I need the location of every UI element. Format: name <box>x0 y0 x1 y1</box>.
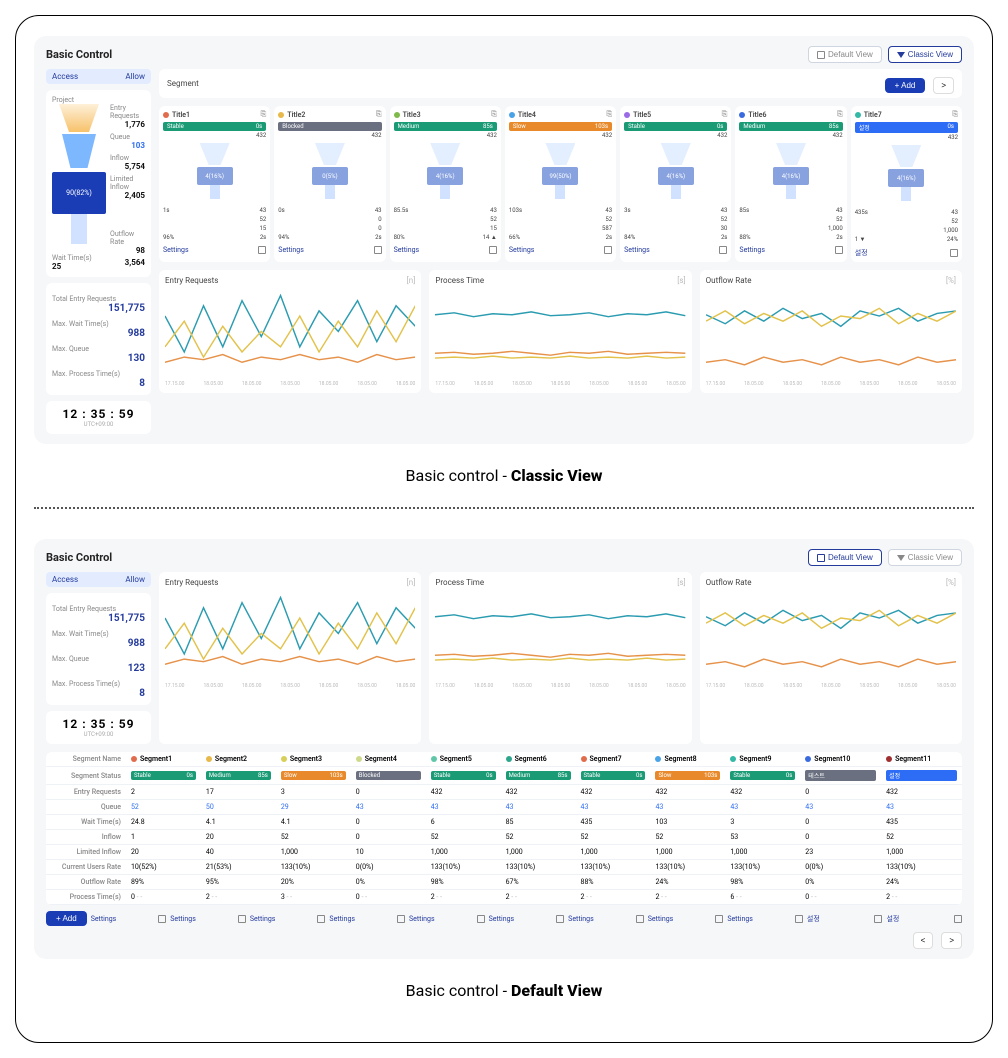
default-view-button[interactable]: Default View <box>808 549 882 566</box>
delete-icon[interactable] <box>835 246 843 254</box>
settings-link[interactable]: Settings <box>409 915 435 923</box>
next-button[interactable]: > <box>933 77 954 94</box>
delete-icon[interactable] <box>477 915 485 923</box>
delete-icon[interactable] <box>874 915 882 923</box>
settings-link[interactable]: Settings <box>250 915 276 923</box>
chart-card: Process Time[s] 17.15.0018.05.0018.05.00… <box>429 572 691 744</box>
settings-link[interactable]: Settings <box>624 246 650 254</box>
caption-default: Basic control - Default View <box>34 981 974 1000</box>
segment-card[interactable]: Title6⎘ Medium85s 432 4(16%) 85s43 52 1,… <box>735 106 846 262</box>
segment-table: Segment NameSegment1Segment2Segment3Segm… <box>46 752 962 905</box>
delete-icon[interactable] <box>238 915 246 923</box>
chart-card: Entry Requests[n] 17.15.0018.05.0018.05.… <box>159 270 421 393</box>
settings-link[interactable]: Settings <box>278 246 304 254</box>
settings-link[interactable]: Settings <box>329 915 355 923</box>
segment-card[interactable]: Title5⎘ Stable0s 432 4(16%) 3s43 52 30 8… <box>620 106 731 262</box>
segment-card[interactable]: Title3⎘ Medium85s 432 4(16%) 85.5s43 52 … <box>390 106 501 262</box>
segment-header: Segment <box>167 79 199 88</box>
settings-link[interactable]: Settings <box>509 246 535 254</box>
delete-icon[interactable] <box>374 246 382 254</box>
stats-card: Total Entry Requests151,775 Max. Wait Ti… <box>46 283 151 395</box>
add-button[interactable]: + Add <box>885 78 926 93</box>
access-toggle[interactable]: AccessAllow <box>46 572 151 587</box>
settings-link[interactable]: Settings <box>727 915 753 923</box>
classic-panel: Basic Control Default View Classic View … <box>34 36 974 444</box>
page-title: Basic Control <box>46 551 112 564</box>
delete-icon[interactable] <box>397 915 405 923</box>
delete-icon[interactable] <box>795 915 803 923</box>
access-toggle[interactable]: AccessAllow <box>46 69 151 84</box>
chart-card: Entry Requests[n] 17.15.0018.05.0018.05.… <box>159 572 421 744</box>
delete-icon[interactable] <box>317 915 325 923</box>
settings-link[interactable]: Settings <box>489 915 515 923</box>
settings-link[interactable]: Settings <box>394 246 420 254</box>
delete-icon[interactable] <box>950 249 958 257</box>
settings-link[interactable]: Settings <box>163 246 189 254</box>
classic-view-button[interactable]: Classic View <box>888 549 962 566</box>
settings-link[interactable]: Settings <box>170 915 196 923</box>
chart-card: Process Time[s] 17.15.0018.05.0018.05.00… <box>429 270 691 393</box>
next-page-button[interactable]: > <box>941 932 962 949</box>
filter-icon <box>897 555 905 561</box>
settings-link[interactable]: Settings <box>568 915 594 923</box>
chart-card: Outflow Rate[%] 17.15.0018.05.0018.05.00… <box>700 572 962 744</box>
segment-card[interactable]: Title4⎘ Slow103s 432 99(50%) 103s43 52 5… <box>505 106 616 262</box>
delete-icon[interactable] <box>719 246 727 254</box>
settings-link[interactable]: 설정 <box>807 914 820 924</box>
clock-card: 12 : 35 : 59 UTC+09:00 <box>46 401 151 434</box>
delete-icon[interactable] <box>158 915 166 923</box>
settings-link[interactable]: Settings <box>648 915 674 923</box>
caption-classic: Basic control - Classic View <box>34 466 974 485</box>
add-button[interactable]: + Add <box>46 911 87 926</box>
current-users-badge: 90(82%) <box>52 172 106 214</box>
delete-icon[interactable] <box>489 246 497 254</box>
chart-card: Outflow Rate[%] 17.15.0018.05.0018.05.00… <box>700 270 962 393</box>
divider <box>34 507 974 509</box>
delete-icon[interactable] <box>636 915 644 923</box>
default-panel: Basic Control Default View Classic View … <box>34 539 974 959</box>
segment-card[interactable]: Title7⎘ 설정0s 432 4(16%) 435s43 52 1,000 … <box>851 106 962 262</box>
clock-card: 12 : 35 : 59 UTC+09:00 <box>46 711 151 744</box>
delete-icon[interactable] <box>715 915 723 923</box>
page-title: Basic Control <box>46 48 112 61</box>
delete-icon[interactable] <box>954 915 962 923</box>
filter-icon <box>897 52 905 58</box>
app-frame: Basic Control Default View Classic View … <box>15 15 993 1043</box>
classic-view-button[interactable]: Classic View <box>888 46 962 63</box>
settings-link[interactable]: 설정 <box>886 914 899 924</box>
delete-icon[interactable] <box>556 915 564 923</box>
segment-card[interactable]: Title2⎘ Blocked 432 0(5%) 0s43 0 0 94%2s… <box>274 106 385 262</box>
grid-icon <box>817 554 825 562</box>
default-view-button[interactable]: Default View <box>808 46 882 63</box>
settings-link[interactable]: 설정 <box>855 248 868 258</box>
segment-card[interactable]: Title1⎘ Stable0s 432 4(16%) 1s43 52 15 9… <box>159 106 270 262</box>
stats-card-default: Total Entry Requests151,775 Max. Wait Ti… <box>46 593 151 705</box>
delete-icon[interactable] <box>258 246 266 254</box>
project-card: Project 90(82%) Wait Time(s)25 <box>46 90 151 277</box>
grid-icon <box>817 51 825 59</box>
delete-icon[interactable] <box>604 246 612 254</box>
settings-link[interactable]: Settings <box>739 246 765 254</box>
prev-page-button[interactable]: < <box>913 932 934 949</box>
settings-link[interactable]: Settings <box>91 915 117 923</box>
